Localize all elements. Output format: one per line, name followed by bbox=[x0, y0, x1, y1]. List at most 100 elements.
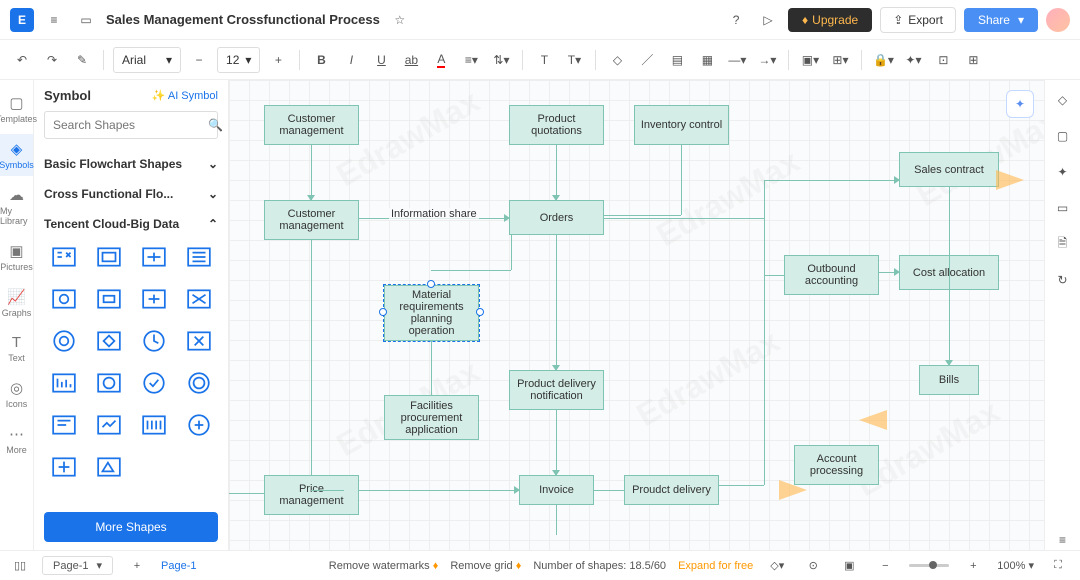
node-orders[interactable]: Orders bbox=[509, 200, 604, 235]
save-icon[interactable]: ▭ bbox=[74, 8, 98, 32]
shape-item[interactable] bbox=[181, 323, 217, 359]
help-icon[interactable]: ? bbox=[724, 8, 748, 32]
comments-icon[interactable]: 🗎 bbox=[1053, 234, 1073, 254]
shape-item[interactable] bbox=[91, 281, 127, 317]
zoom-slider[interactable] bbox=[909, 564, 949, 567]
templates-tab[interactable]: ▢Templates bbox=[0, 88, 33, 130]
text-opts-icon[interactable]: T▾ bbox=[562, 48, 586, 72]
app-logo[interactable]: E bbox=[10, 8, 34, 32]
avatar[interactable] bbox=[1046, 8, 1070, 32]
arrow-style-icon[interactable]: →▾ bbox=[755, 48, 779, 72]
size-select[interactable]: 12▾ bbox=[217, 47, 260, 73]
zoom-in-icon[interactable]: + bbox=[961, 554, 985, 578]
node-price-mgmt[interactable]: Price management bbox=[264, 475, 359, 515]
node-customer-mgmt-1[interactable]: Customer management bbox=[264, 105, 359, 145]
node-mrp[interactable]: Material requirements planning operation bbox=[384, 285, 479, 341]
symbols-tab[interactable]: ◈Symbols bbox=[0, 134, 33, 176]
node-inventory[interactable]: Inventory control bbox=[634, 105, 729, 145]
spacing-icon[interactable]: ⇅▾ bbox=[489, 48, 513, 72]
focus-icon[interactable]: ⊙ bbox=[801, 554, 825, 578]
fill-icon[interactable]: ◇ bbox=[605, 48, 629, 72]
shape-item[interactable] bbox=[136, 407, 172, 443]
canvas[interactable]: EdrawMax EdrawMax EdrawMax EdrawMax Edra… bbox=[229, 80, 1044, 550]
node-account-proc[interactable]: Account processing bbox=[794, 445, 879, 485]
node-product-delivery[interactable]: Proudct delivery bbox=[624, 475, 719, 505]
shape-item[interactable] bbox=[181, 239, 217, 275]
font-select[interactable]: Arial▾ bbox=[113, 47, 181, 73]
shape-item[interactable] bbox=[136, 239, 172, 275]
upgrade-button[interactable]: ♦ Upgrade bbox=[788, 8, 872, 32]
bold-icon[interactable]: B bbox=[309, 48, 333, 72]
node-sales-contract[interactable]: Sales contract bbox=[899, 152, 999, 187]
line-style-icon[interactable]: —▾ bbox=[725, 48, 749, 72]
icons-tab[interactable]: ◎Icons bbox=[0, 373, 33, 415]
fit-icon[interactable]: ▣ bbox=[837, 554, 861, 578]
node-invoice[interactable]: Invoice bbox=[519, 475, 594, 505]
shape-item[interactable] bbox=[91, 407, 127, 443]
pages-icon[interactable]: ▯▯ bbox=[10, 556, 30, 576]
node-customer-mgmt-2[interactable]: Customer management bbox=[264, 200, 359, 240]
page-select[interactable]: Page-1▾ bbox=[42, 556, 113, 575]
zoom-out-icon[interactable]: − bbox=[873, 554, 897, 578]
graphs-tab[interactable]: 📈Graphs bbox=[0, 282, 33, 324]
size-inc[interactable]: + bbox=[266, 48, 290, 72]
cat-cross[interactable]: Cross Functional Flo...⌄ bbox=[44, 179, 218, 209]
zoom-value[interactable]: 100% ▾ bbox=[997, 559, 1034, 572]
ai-assist-button[interactable]: ✦ bbox=[1006, 90, 1034, 118]
brush-icon[interactable]: ✎ bbox=[70, 48, 94, 72]
play-icon[interactable]: ▷ bbox=[756, 8, 780, 32]
crop-icon[interactable]: ⊞ bbox=[961, 48, 985, 72]
cat-basic[interactable]: Basic Flowchart Shapes⌄ bbox=[44, 149, 218, 179]
ruler-icon[interactable]: ▭ bbox=[1053, 198, 1073, 218]
search-shapes[interactable]: 🔍 bbox=[44, 111, 218, 139]
italic-icon[interactable]: I bbox=[339, 48, 363, 72]
shape-item[interactable] bbox=[91, 239, 127, 275]
pictures-tab[interactable]: ▣Pictures bbox=[0, 236, 33, 278]
align-center-icon[interactable]: ▦ bbox=[695, 48, 719, 72]
text-color-icon[interactable]: A bbox=[429, 48, 453, 72]
shape-item[interactable] bbox=[46, 281, 82, 317]
lock-icon[interactable]: 🔒▾ bbox=[871, 48, 895, 72]
shape-item[interactable] bbox=[136, 323, 172, 359]
shape-item[interactable] bbox=[91, 323, 127, 359]
node-product-quot[interactable]: Product quotations bbox=[509, 105, 604, 145]
ai-symbol-link[interactable]: ✨ AI Symbol bbox=[152, 89, 218, 102]
align-left-icon[interactable]: ▤ bbox=[665, 48, 689, 72]
page-icon[interactable]: ▢ bbox=[1053, 126, 1073, 146]
layer-icon[interactable]: ▣▾ bbox=[798, 48, 822, 72]
underline-icon[interactable]: U bbox=[369, 48, 393, 72]
add-page-button[interactable]: + bbox=[125, 554, 149, 578]
undo-icon[interactable]: ↶ bbox=[10, 48, 34, 72]
shape-item[interactable] bbox=[91, 365, 127, 401]
text-tab[interactable]: TText bbox=[0, 328, 33, 369]
sel-handle[interactable] bbox=[427, 280, 435, 288]
shape-item[interactable] bbox=[181, 365, 217, 401]
shape-item[interactable] bbox=[136, 365, 172, 401]
size-dec[interactable]: − bbox=[187, 48, 211, 72]
more-shapes-button[interactable]: More Shapes bbox=[44, 512, 218, 542]
shape-item[interactable] bbox=[46, 407, 82, 443]
shape-item[interactable] bbox=[136, 281, 172, 317]
redo-icon[interactable]: ↷ bbox=[40, 48, 64, 72]
node-facilities[interactable]: Facilities procurement application bbox=[384, 395, 479, 440]
theme-icon[interactable]: ◇ bbox=[1053, 90, 1073, 110]
group-icon[interactable]: ⊞▾ bbox=[828, 48, 852, 72]
history-icon[interactable]: ↻ bbox=[1053, 270, 1073, 290]
shape-item[interactable] bbox=[46, 239, 82, 275]
line-icon[interactable]: ／ bbox=[635, 48, 659, 72]
shape-item[interactable] bbox=[181, 281, 217, 317]
sel-handle[interactable] bbox=[476, 308, 484, 316]
shape-item[interactable] bbox=[46, 323, 82, 359]
clip-icon[interactable]: ⊡ bbox=[931, 48, 955, 72]
collapse-icon[interactable]: ≡ bbox=[1053, 530, 1073, 550]
strike-icon[interactable]: ab bbox=[399, 48, 423, 72]
shape-item[interactable] bbox=[46, 365, 82, 401]
node-bills[interactable]: Bills bbox=[919, 365, 979, 395]
mylibrary-tab[interactable]: ☁My Library bbox=[0, 180, 33, 232]
menu-icon[interactable]: ≡ bbox=[42, 8, 66, 32]
search-input[interactable] bbox=[53, 118, 208, 132]
sel-handle[interactable] bbox=[379, 308, 387, 316]
shape-item[interactable] bbox=[91, 449, 127, 485]
node-outbound[interactable]: Outbound accounting bbox=[784, 255, 879, 295]
magic-icon[interactable]: ✦▾ bbox=[901, 48, 925, 72]
